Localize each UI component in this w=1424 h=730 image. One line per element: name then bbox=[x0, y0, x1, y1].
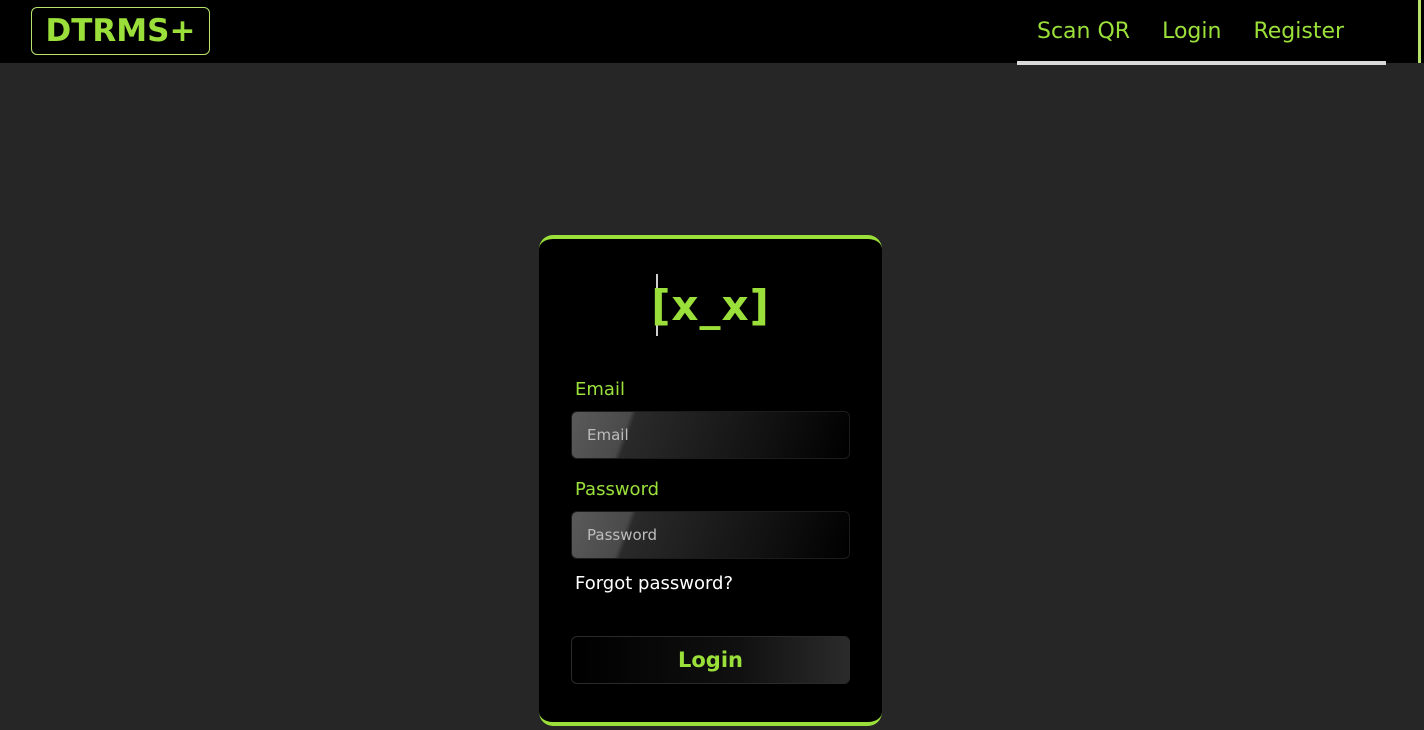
password-label: Password bbox=[575, 479, 660, 500]
nav-links: Scan QR Login Register bbox=[1017, 0, 1386, 63]
brand-logo[interactable]: DTRMS+ bbox=[31, 7, 210, 55]
login-card: [x_x] Email Password Forgot password? Lo… bbox=[539, 235, 882, 726]
email-input[interactable] bbox=[571, 411, 850, 459]
login-button[interactable]: Login bbox=[571, 636, 850, 684]
scrollbar-edge bbox=[1418, 0, 1421, 63]
forgot-password-link[interactable]: Forgot password? bbox=[575, 573, 733, 594]
email-label: Email bbox=[575, 379, 625, 400]
nav-link-login[interactable]: Login bbox=[1162, 19, 1221, 44]
nav-link-register[interactable]: Register bbox=[1253, 19, 1344, 44]
password-input[interactable] bbox=[571, 511, 850, 559]
card-logo: [x_x] bbox=[651, 281, 770, 330]
nav-active-underline bbox=[1017, 61, 1386, 65]
nav-link-scan-qr[interactable]: Scan QR bbox=[1037, 19, 1130, 44]
top-navbar: DTRMS+ Scan QR Login Register bbox=[0, 0, 1424, 63]
